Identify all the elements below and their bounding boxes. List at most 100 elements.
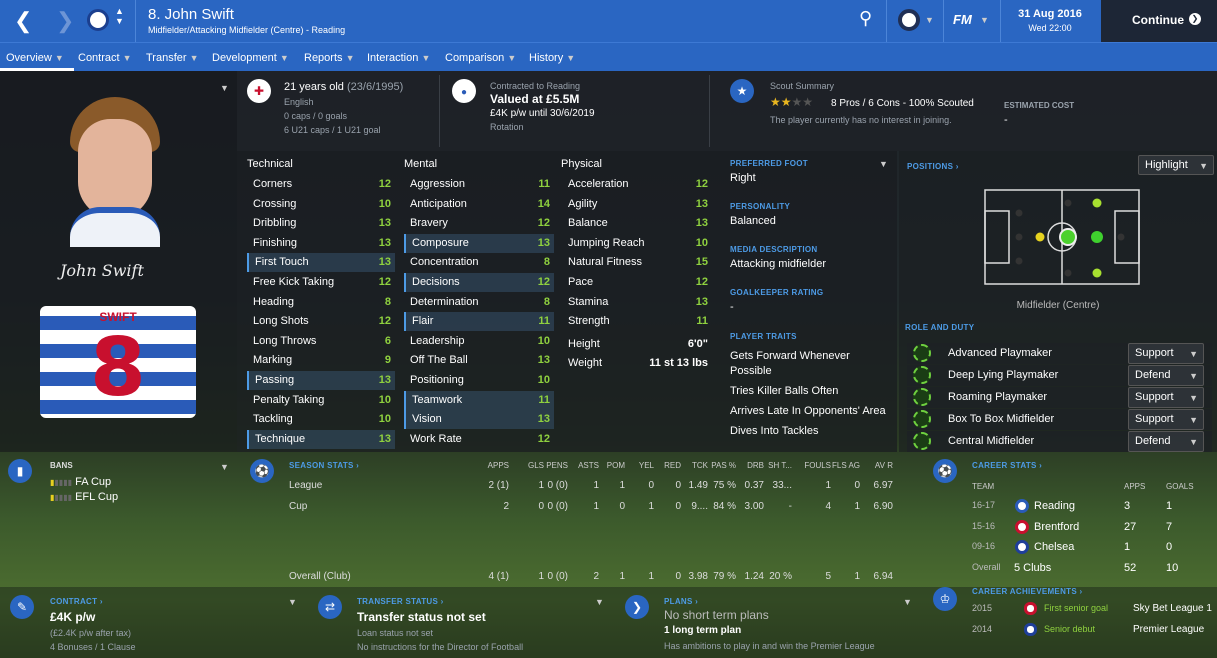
achievements-link[interactable]: CAREER ACHIEVEMENTS › [972,587,1082,596]
chevron-down-icon[interactable]: ▼ [288,597,297,607]
role-row[interactable]: Roaming Playmaker Support ▼ [907,387,1212,408]
tab-transfer[interactable]: Transfer ▼ [146,52,199,64]
attribute-row[interactable]: Teamwork 11 [404,390,554,410]
attribute-name: Technique [255,432,306,445]
duty-dropdown[interactable]: Support ▼ [1128,343,1204,364]
duty-dropdown[interactable]: Defend ▼ [1128,431,1204,452]
attribute-row[interactable]: Flair 11 [404,312,554,332]
tab-reports[interactable]: Reports ▼ [304,52,355,64]
tab-overview[interactable]: Overview ▼ [6,52,64,64]
positions-link[interactable]: POSITIONS › [907,162,959,171]
attribute-row[interactable]: Dribbling 13 [247,214,395,233]
career-stats-link[interactable]: CAREER STATS › [972,461,1042,470]
duty-dropdown[interactable]: Support ▼ [1128,387,1204,408]
attribute-row[interactable]: Corners 12 [247,175,395,194]
attribute-row[interactable]: Aggression 11 [404,175,554,194]
attribute-value: 10 [537,334,550,347]
tab-contract[interactable]: Contract ▼ [78,52,132,64]
attribute-row[interactable]: Positioning 10 [404,371,554,390]
career-stats-row[interactable]: Overall 5 Clubs 52 10 [972,560,1212,578]
attribute-row[interactable]: Free Kick Taking 12 [247,273,395,292]
duty-dropdown[interactable]: Defend ▼ [1128,365,1204,386]
search-icon[interactable]: ⚲ [859,8,872,29]
attribute-row[interactable]: Tackling 10 [247,410,395,429]
chevron-down-icon[interactable]: ▼ [220,462,229,472]
tab-development[interactable]: Development ▼ [212,52,289,64]
attribute-row[interactable]: Pace 12 [562,273,712,292]
attribute-row[interactable]: Strength 11 [562,312,712,331]
attribute-row[interactable]: Penalty Taking 10 [247,391,395,410]
attribute-row[interactable]: Off The Ball 13 [404,351,554,370]
attribute-value: 10 [378,413,391,426]
chevron-down-icon[interactable]: ▼ [879,159,888,169]
career-stats-row[interactable]: 09-16 Chelsea 1 0 [972,539,1212,557]
forward-arrow-icon[interactable]: ❯ [56,8,74,34]
chevron-down-icon[interactable]: ▼ [980,15,989,25]
tab-comparison[interactable]: Comparison ▼ [445,52,516,64]
chevron-down-icon[interactable]: ▼ [925,15,934,25]
role-row[interactable]: Deep Lying Playmaker Defend ▼ [907,365,1212,386]
attribute-row[interactable]: Determination 8 [404,293,554,312]
season-stats-row[interactable]: League 2 (1) 1 0 (0) 1 1 0 0 1.49 75 % 0.37 33... 1 0… [285,480,915,496]
attribute-row[interactable]: Finishing 13 [247,234,395,253]
contract-link[interactable]: CONTRACT › [50,597,103,606]
chevron-down-icon[interactable]: ▼ [595,597,604,607]
fm-menu-button[interactable]: FM [953,12,972,27]
attribute-row[interactable]: Long Shots 12 [247,312,395,331]
role-name: Deep Lying Playmaker [948,369,1059,381]
achievement-row[interactable]: 2014 Senior debut Premier League [972,622,1212,640]
tab-interaction[interactable]: Interaction ▼ [367,52,430,64]
back-arrow-icon[interactable]: ❮ [14,8,32,34]
chevron-down-icon: ▼ [1189,393,1198,403]
career-stats-row[interactable]: 15-16 Brentford 27 7 [972,519,1212,537]
attribute-row[interactable]: Balance 13 [562,214,712,233]
attribute-row[interactable]: Heading 8 [247,293,395,312]
attribute-row[interactable]: Jumping Reach 10 [562,234,712,253]
attribute-row[interactable]: Crossing 10 [247,195,395,214]
attribute-row[interactable]: Stamina 13 [562,293,712,312]
short-term-plans: No short term plans [664,608,769,622]
career-stats-row[interactable]: 16-17 Reading 3 1 [972,498,1212,516]
chevron-down-icon[interactable]: ▼ [903,597,912,607]
role-row[interactable]: Central Midfielder Defend ▼ [907,431,1212,452]
weight-row: Weight 11 st 13 lbs [562,354,712,373]
plans-link[interactable]: PLANS › [664,597,698,606]
season-col-header: APPS [487,461,509,470]
attribute-row[interactable]: Vision 13 [404,410,554,430]
season-stats-row[interactable]: Cup 2 0 0 (0) 1 0 1 0 9.... 84 % 3.00-4 1 6.90 [285,501,915,517]
season-stats-value: 0 (0) [547,571,568,582]
attribute-row[interactable]: Leadership 10 [404,332,554,351]
attribute-row[interactable]: Decisions 12 [404,273,554,292]
attribute-row[interactable]: Long Throws 6 [247,332,395,351]
duty-dropdown[interactable]: Support ▼ [1128,409,1204,430]
attribute-row[interactable]: Bravery 12 [404,214,554,233]
attribute-row[interactable]: Technique 13 [247,429,395,449]
attribute-row[interactable]: Natural Fitness 15 [562,253,712,272]
continue-button[interactable]: Continue ❯ [1101,0,1217,42]
attribute-row[interactable]: Acceleration 12 [562,175,712,194]
attribute-row[interactable]: Anticipation 14 [404,195,554,214]
tab-history[interactable]: History ▼ [529,52,575,64]
highlight-dropdown[interactable]: Highlight ▼ [1138,155,1214,175]
attribute-row[interactable]: Agility 13 [562,195,712,214]
achievement-row[interactable]: 2015 First senior goal Sky Bet League 1 [972,601,1212,619]
attribute-row[interactable]: First Touch 13 [247,253,395,273]
achievement-year: 2015 [972,603,993,613]
role-row[interactable]: Box To Box Midfielder Support ▼ [907,409,1212,430]
attribute-row[interactable]: Marking 9 [247,351,395,370]
globe-icon[interactable] [898,9,920,31]
attributes-panel: Technical Mental Physical Corners 12 Cross… [237,151,725,452]
role-row[interactable]: Advanced Playmaker Support ▼ [907,343,1212,364]
season-stats-row[interactable]: Overall (Club) 4 (1) 1 0 (0) 2 1 1 0 3.98 79 % 1.2… [285,571,915,587]
attribute-row[interactable]: Work Rate 12 [404,430,554,449]
club-badge-icon[interactable] [87,9,109,31]
transfer-status-link[interactable]: TRANSFER STATUS › [357,597,444,606]
attribute-row[interactable]: Concentration 8 [404,253,554,272]
attribute-name: Dribbling [253,217,297,230]
chevron-down-icon[interactable]: ▼ [220,83,229,93]
season-stats-link[interactable]: SEASON STATS › [289,461,359,470]
attribute-row[interactable]: Passing 13 [247,371,395,390]
attribute-row[interactable]: Composure 13 [404,233,554,253]
player-switch-icon[interactable]: ▲ ▼ [115,6,124,26]
card-icon: ▮ [8,459,32,483]
